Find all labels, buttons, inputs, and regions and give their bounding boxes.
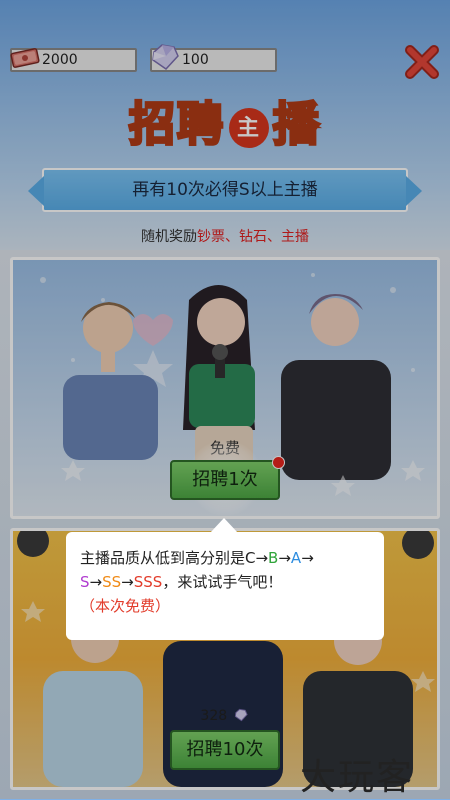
- tutorial-dim-overlay[interactable]: [0, 0, 450, 799]
- tip-grade-a: A: [290, 549, 302, 567]
- tip-grade-ss: SS: [102, 573, 122, 591]
- tip-free-note: （本次免费）: [80, 597, 171, 615]
- tip-arrow-2: →: [301, 549, 314, 567]
- tutorial-tooltip: 主播品质从低到高分别是C→B→A→ S→SS→SSS，来试试手气吧！（本次免费）: [66, 532, 384, 640]
- tooltip-arrow: [210, 518, 238, 533]
- tip-text-prefix: 主播品质从低到高分别是C→: [80, 549, 269, 567]
- tip-grade-s: S: [80, 573, 90, 591]
- tip-text-suffix: ，来试试手气吧！: [162, 573, 283, 591]
- tip-grade-sss: SSS: [133, 573, 163, 591]
- tip-arrow-1: →: [278, 549, 291, 567]
- tip-grade-b: B: [268, 549, 279, 567]
- watermark: 大玩客: [300, 757, 415, 798]
- tip-arrow-4: →: [121, 573, 134, 591]
- tip-arrow-3: →: [89, 573, 103, 591]
